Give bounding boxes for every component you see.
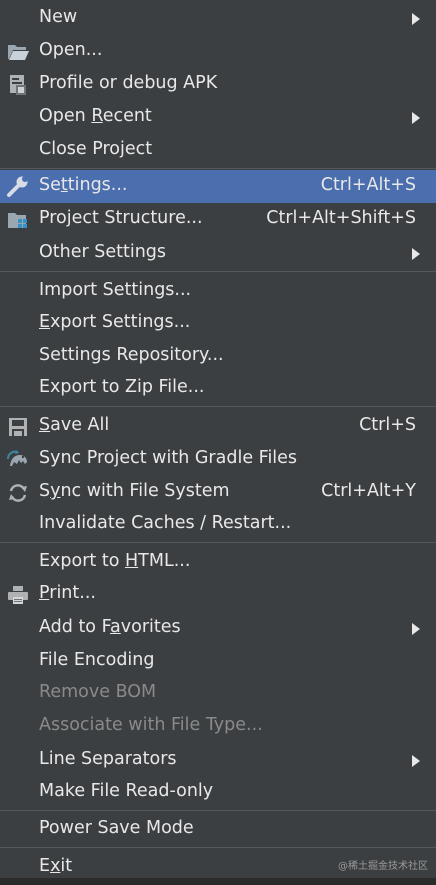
- file-menu: New Open... Profile or debug APK Open Re…: [0, 0, 436, 885]
- separator: [0, 271, 436, 272]
- wrench-icon: [7, 176, 28, 197]
- menu-item-label: Export Settings...: [39, 312, 191, 332]
- menu-item-label: Profile or debug APK: [39, 73, 218, 93]
- menu-item-associate-file-type: Associate with File Type...: [0, 710, 436, 743]
- sync-icon: [9, 484, 27, 502]
- menu-item-label: Line Separators: [39, 749, 177, 769]
- menu-item-new[interactable]: New: [0, 2, 436, 35]
- menu-item-label: Project Structure...: [39, 208, 203, 228]
- menu-item-open[interactable]: Open...: [0, 35, 436, 68]
- menu-item-label: Sync Project with Gradle Files: [39, 448, 298, 468]
- submenu-arrow-icon: [412, 623, 420, 635]
- menu-item-remove-bom: Remove BOM: [0, 677, 436, 710]
- separator: [0, 542, 436, 543]
- menu-item-open-recent[interactable]: Open Recent: [0, 101, 436, 134]
- menu-item-export-settings[interactable]: Export Settings...: [0, 307, 436, 340]
- menu-item-import-settings[interactable]: Import Settings...: [0, 275, 436, 308]
- submenu-arrow-icon: [412, 755, 420, 767]
- menu-item-label: Power Save Mode: [39, 818, 194, 838]
- menu-item-label: File Encoding: [39, 650, 155, 670]
- apk-icon: [10, 75, 26, 95]
- menu-item-line-separators[interactable]: Line Separators: [0, 744, 436, 777]
- menu-item-label: Export to Zip File...: [39, 377, 205, 397]
- submenu-arrow-icon: [412, 112, 420, 124]
- menu-item-shortcut: Ctrl+Alt+S: [320, 175, 416, 195]
- menu-item-label: Open Recent: [39, 106, 152, 126]
- submenu-arrow-icon: [412, 248, 420, 260]
- menu-item-shortcut: Ctrl+S: [359, 415, 416, 435]
- menu-item-close-project[interactable]: Close Project: [0, 134, 436, 167]
- menu-item-make-read-only[interactable]: Make File Read-only: [0, 776, 436, 809]
- menu-item-sync-gradle[interactable]: Sync Project with Gradle Files: [0, 443, 436, 476]
- menu-item-label: Associate with File Type...: [39, 715, 263, 735]
- project-structure-icon: [8, 213, 27, 228]
- menu-item-export-html[interactable]: Export to HTML...: [0, 546, 436, 579]
- menu-item-sync-file-system[interactable]: Sync with File System Ctrl+Alt+Y: [0, 476, 436, 509]
- menu-item-label: Print...: [39, 583, 96, 603]
- menu-item-settings[interactable]: Settings... Ctrl+Alt+S: [0, 170, 436, 203]
- menu-item-label: Invalidate Caches / Restart...: [39, 513, 292, 533]
- printer-icon: [8, 586, 28, 604]
- menu-item-label: New: [39, 7, 78, 27]
- separator: [0, 168, 436, 169]
- menu-item-file-encoding[interactable]: File Encoding: [0, 645, 436, 678]
- menu-item-label: Save All: [39, 415, 110, 435]
- folder-open-icon: [8, 45, 29, 60]
- menu-item-project-structure[interactable]: Project Structure... Ctrl+Alt+Shift+S: [0, 203, 436, 236]
- separator: [0, 810, 436, 811]
- editor-background-strip: [0, 878, 436, 885]
- save-icon: [9, 418, 27, 436]
- menu-item-export-zip[interactable]: Export to Zip File...: [0, 372, 436, 405]
- menu-item-label: Sync with File System: [39, 481, 230, 501]
- menu-item-print[interactable]: Print...: [0, 578, 436, 611]
- menu-item-save-all[interactable]: Save All Ctrl+S: [0, 410, 436, 443]
- separator: [0, 406, 436, 407]
- menu-item-label: Close Project: [39, 139, 153, 159]
- menu-item-shortcut: Ctrl+Alt+Y: [321, 481, 416, 501]
- menu-item-profile-debug-apk[interactable]: Profile or debug APK: [0, 68, 436, 101]
- gradle-sync-icon: [7, 450, 27, 466]
- menu-item-add-favorites[interactable]: Add to Favorites: [0, 612, 436, 645]
- separator: [0, 847, 436, 848]
- menu-item-label: Settings...: [39, 175, 128, 195]
- menu-item-label: Add to Favorites: [39, 617, 181, 637]
- menu-item-other-settings[interactable]: Other Settings: [0, 237, 436, 270]
- menu-item-label: Open...: [39, 40, 103, 60]
- menu-item-label: Export to HTML...: [39, 551, 191, 571]
- watermark: @稀土掘金技术社区: [338, 861, 428, 872]
- menu-item-label: Other Settings: [39, 242, 167, 262]
- menu-item-label: Settings Repository...: [39, 345, 224, 365]
- menu-item-shortcut: Ctrl+Alt+Shift+S: [266, 208, 416, 228]
- menu-item-invalidate-caches[interactable]: Invalidate Caches / Restart...: [0, 508, 436, 541]
- menu-item-label: Import Settings...: [39, 280, 192, 300]
- menu-item-power-save-mode[interactable]: Power Save Mode: [0, 813, 436, 846]
- menu-item-label: Remove BOM: [39, 682, 157, 702]
- menu-item-settings-repository[interactable]: Settings Repository...: [0, 340, 436, 373]
- submenu-arrow-icon: [412, 13, 420, 25]
- menu-item-label: Exit: [39, 856, 73, 876]
- menu-item-label: Make File Read-only: [39, 781, 214, 801]
